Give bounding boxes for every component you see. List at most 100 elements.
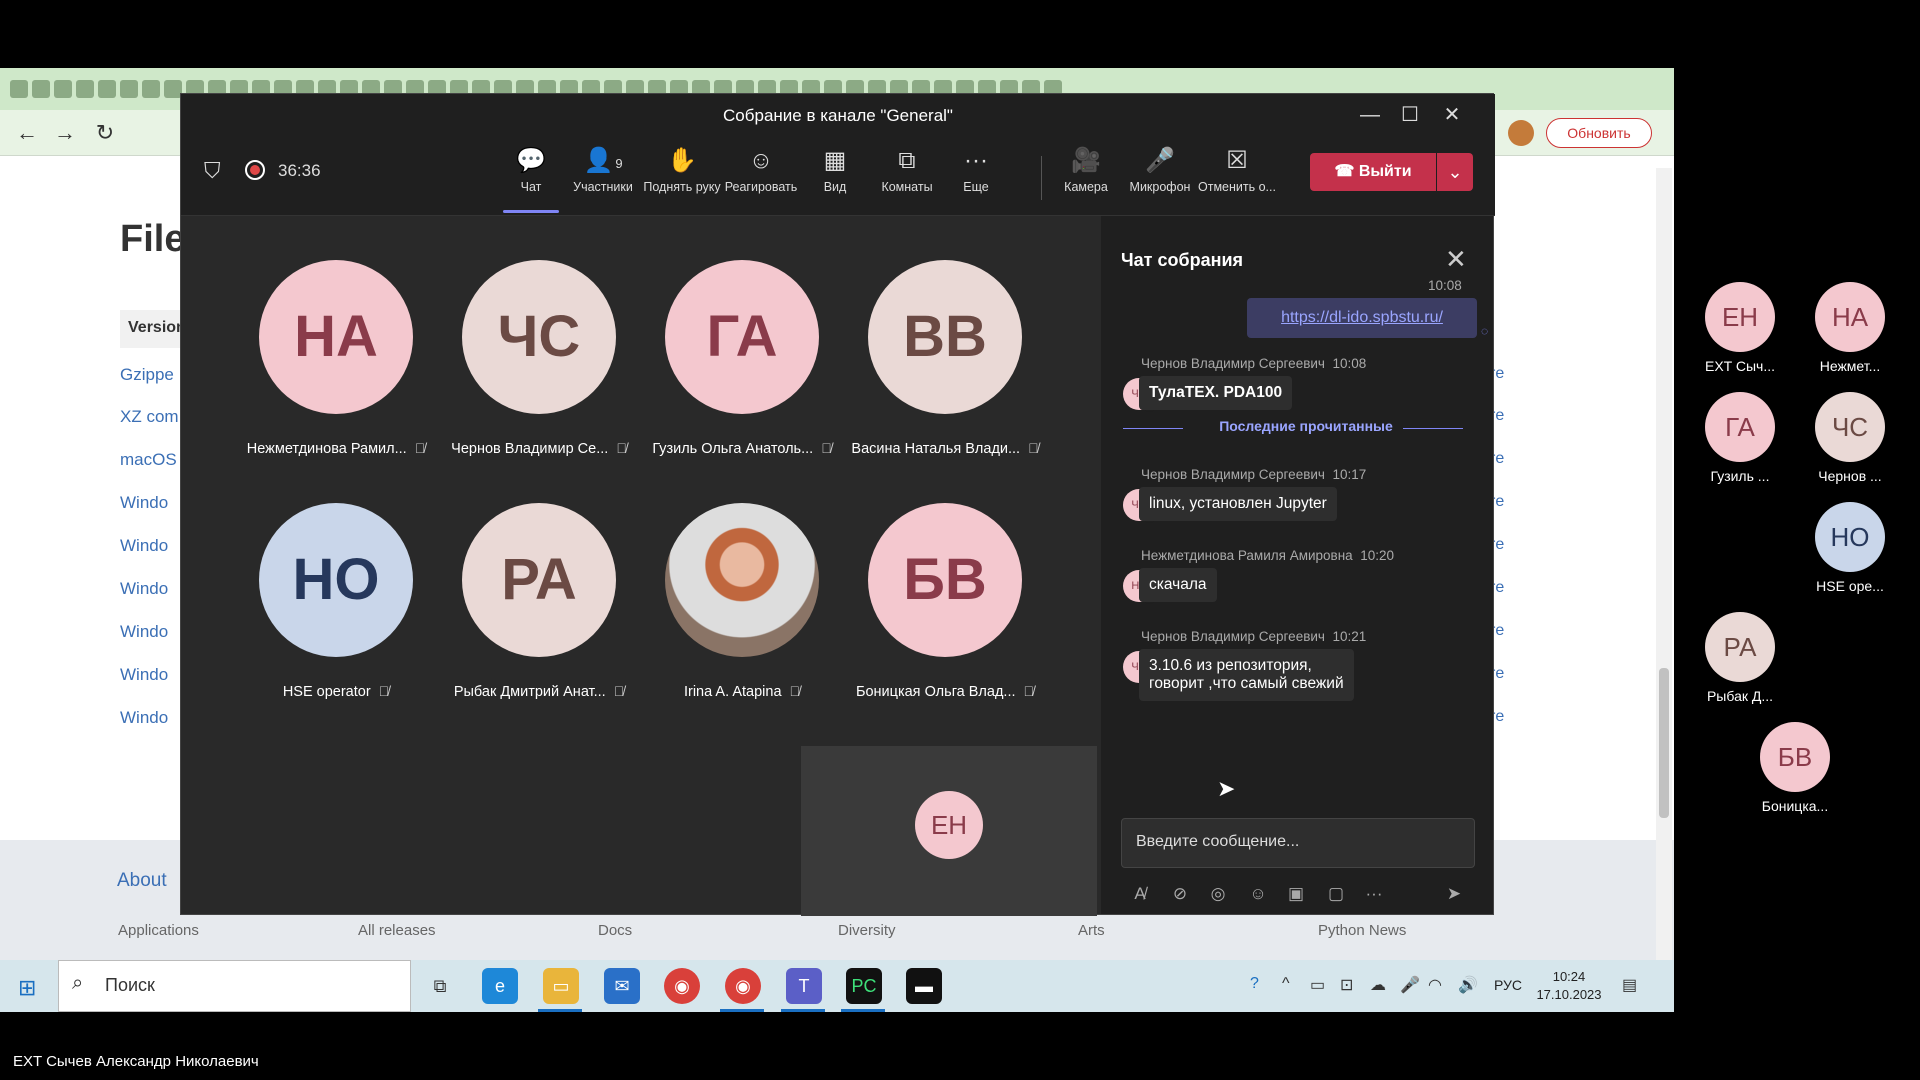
release-link[interactable]: Windo [120,622,180,642]
footer-link[interactable]: Docs [598,922,632,939]
side-participant-avatar[interactable]: РА [1705,612,1775,682]
message-header: Чернов Владимир Сергеевич 10:17 [1141,467,1366,482]
participant-avatar[interactable]: НО [259,503,413,657]
sticker-icon[interactable]: ▢ [1323,884,1349,904]
task-view-icon[interactable]: ⧉ [422,968,458,1004]
toolbar-participants-button[interactable]: 👤 9 Участники [558,146,648,194]
release-link[interactable]: Windo [120,708,180,728]
message-bubble[interactable]: ТулаТЕХ. PDA100 [1139,376,1293,410]
chrome-profile-icon[interactable]: ◉ [725,968,761,1004]
toolbar-raise-hand-button[interactable]: ✋ Поднять руку [637,146,727,194]
chrome-icon[interactable]: ◉ [664,968,700,1004]
page-scroll-thumb[interactable] [1659,668,1669,818]
edge-icon[interactable]: e [482,968,518,1004]
device-icon[interactable]: ⊡ [1340,975,1353,995]
format-icon[interactable]: A̸ [1127,884,1153,904]
tab-favicon[interactable] [10,80,28,98]
participant-avatar[interactable]: ВВ [868,260,1022,414]
tab-favicon[interactable] [98,80,116,98]
taskbar-search[interactable]: Поиск [58,960,411,1012]
teams-icon[interactable]: T [786,968,822,1004]
page-scrollbar[interactable] [1656,168,1672,1012]
release-link[interactable]: Windo [120,536,180,556]
notifications-icon[interactable]: ▤ [1622,975,1637,995]
wifi-icon[interactable]: ◠ [1428,975,1442,995]
side-participant-avatar[interactable]: БВ [1760,722,1830,792]
side-participant-avatar[interactable]: ГА [1705,392,1775,462]
footer-link[interactable]: Python News [1318,922,1406,939]
emoji-icon[interactable]: ☺ [1245,884,1271,904]
cloud-icon[interactable]: ☁ [1370,975,1386,995]
release-link[interactable]: Windo [120,665,180,685]
release-link[interactable]: XZ com [120,407,180,427]
message-input[interactable]: Введите сообщение... [1121,818,1475,868]
footer-link[interactable]: Arts [1078,922,1105,939]
tab-favicon[interactable] [54,80,72,98]
participant-avatar[interactable]: НА [259,260,413,414]
footer-link[interactable]: All releases [358,922,436,939]
message-header: Чернов Владимир Сергеевич 10:08 [1141,356,1366,371]
reload-icon[interactable]: ↻ [92,120,118,146]
release-link[interactable]: Windo [120,493,180,513]
file-explorer-icon[interactable]: ▭ [543,968,579,1004]
message-time: 10:21 [1332,629,1367,644]
toolbar-stop-share-button[interactable]: ☒ Отменить о... [1192,146,1282,194]
send-icon[interactable]: ➤ [1441,884,1467,904]
windows-start-icon[interactable]: ⊞ [18,975,36,1001]
footer-link[interactable]: Diversity [838,922,896,939]
side-participant-avatar[interactable]: НО [1815,502,1885,572]
maximize-icon[interactable]: ☐ [1395,102,1425,128]
clock[interactable]: 10:24 17.10.2023 [1534,968,1604,1004]
tab-favicon[interactable] [32,80,50,98]
side-participant-avatar[interactable]: ЕН [1705,282,1775,352]
release-link[interactable]: Gzippe [120,365,180,385]
participant-avatar[interactable]: РА [462,503,616,657]
update-button[interactable]: Обновить [1546,118,1652,148]
minimize-icon[interactable]: — [1355,102,1385,128]
message-bubble[interactable]: linux, установлен Jupyter [1139,487,1337,521]
side-participant-avatar[interactable]: НА [1815,282,1885,352]
tab-favicon[interactable] [120,80,138,98]
language-indicator[interactable]: РУС [1494,977,1522,993]
participant-avatar[interactable]: ГА [665,260,819,414]
close-window-icon[interactable]: ✕ [1437,102,1467,128]
mic-muted-icon: 🎙̸ [613,683,625,699]
release-link[interactable]: Windo [120,579,180,599]
mail-icon[interactable]: ✉ [604,968,640,1004]
tab-favicon[interactable] [76,80,94,98]
message-bubble[interactable]: скачала [1139,568,1217,602]
participant-video[interactable] [665,503,819,657]
battery-icon[interactable]: ▭ [1310,975,1325,995]
leave-options-chevron-icon[interactable]: ⌄ [1437,153,1473,191]
footer-about-link[interactable]: About [117,870,167,892]
participant-avatar[interactable]: ЧС [462,260,616,414]
back-icon[interactable]: ← [14,120,40,146]
forward-icon[interactable]: → [52,120,78,146]
shield-icon[interactable]: ⛉ [204,158,221,184]
gif-icon[interactable]: ▣ [1283,884,1309,904]
release-link[interactable]: macOS [120,450,180,470]
leave-button[interactable]: ☎ Выйти [1310,153,1436,191]
more-compose-icon[interactable]: ··· [1361,884,1387,904]
participant-name-row: HSE operator 🎙̸ [236,683,436,700]
footer-link[interactable]: Applications [118,922,199,939]
close-chat-icon[interactable]: ✕ [1445,244,1467,275]
participant-name: Боницкая Ольга Влад... [855,684,1016,700]
toolbar-more-button[interactable]: ··· Еще [931,146,1021,194]
tab-favicon[interactable] [142,80,160,98]
profile-avatar[interactable] [1508,120,1534,146]
side-participant-avatar[interactable]: ЧС [1815,392,1885,462]
message-time: 10:17 [1332,467,1367,482]
volume-icon[interactable]: 🔊 [1458,975,1478,995]
participant-avatar[interactable]: БВ [868,503,1022,657]
chat-link[interactable]: https://dl-ido.spbstu.ru/ [1247,298,1477,338]
help-icon[interactable]: ? [1250,975,1259,993]
terminal-icon[interactable]: ▬ [906,968,942,1004]
pycharm-icon[interactable]: PC [846,968,882,1004]
microphone-tray-icon[interactable]: 🎤 [1400,975,1420,995]
loop-icon[interactable]: ◎ [1205,884,1231,904]
message-bubble[interactable]: 3.10.6 из репозитория, говорит ,что самы… [1139,649,1354,701]
message-header: Нежметдинова Рамиля Амировна 10:20 [1141,548,1394,563]
attach-icon[interactable]: ⊘ [1167,884,1193,904]
show-hidden-icon[interactable]: ^ [1282,975,1290,993]
